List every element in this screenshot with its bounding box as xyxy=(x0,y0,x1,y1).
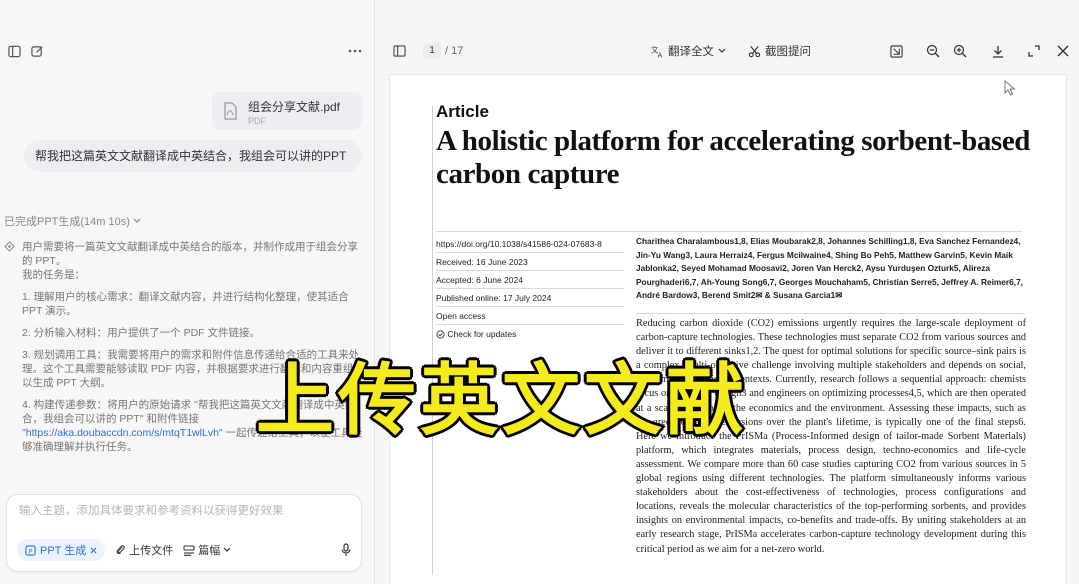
divider xyxy=(436,231,1022,232)
svg-text:P: P xyxy=(29,547,33,555)
zoom-out-icon xyxy=(926,44,940,58)
pdf-file-icon xyxy=(222,102,238,120)
composer-tools: P PPT 生成 上传文件 篇幅 xyxy=(17,539,351,561)
page-number-input[interactable]: 1 xyxy=(423,43,441,59)
prompt-input[interactable] xyxy=(19,505,339,517)
upload-file-label: 上传文件 xyxy=(129,545,174,557)
thinking-toggle[interactable]: 已完成PPT生成(14m 10s) xyxy=(4,213,141,229)
article-title: A holistic platform for accelerating sor… xyxy=(436,125,1031,190)
microphone-icon[interactable] xyxy=(341,543,351,557)
download-icon xyxy=(992,45,1004,58)
pdf-page: Article A holistic platform for accelera… xyxy=(389,74,1067,584)
viewer-toolbar: 1 / 17 文A 翻译全文 截图提问 xyxy=(375,36,1079,66)
attachment-link[interactable]: "https://aka.doubaccdn.com/s/mtqT1wlLvh" xyxy=(22,427,223,439)
user-message: 帮我把这篇英文文献翻译成中英结合，我组会可以讲的PPT xyxy=(24,140,362,172)
page-total: / 17 xyxy=(445,45,464,57)
chevron-down-icon xyxy=(223,547,231,553)
thinking-status: 已完成PPT生成(14m 10s) xyxy=(4,216,130,228)
chat-toolbar xyxy=(8,40,362,62)
open-access-label: Open access xyxy=(436,307,624,325)
translate-label: 翻译全文 xyxy=(668,46,714,58)
divider xyxy=(636,313,1024,314)
ppt-icon: P xyxy=(25,544,36,556)
overlay-caption: 上传英文文献 xyxy=(254,354,749,448)
scissors-icon xyxy=(748,45,761,58)
check-updates-label: Check for updates xyxy=(447,329,517,339)
article-metadata: https://doi.org/10.1038/s41586-024-07683… xyxy=(436,235,624,343)
received-date: Received: 16 June 2023 xyxy=(436,253,624,271)
reasoning-icon xyxy=(4,241,15,252)
mouse-cursor-icon xyxy=(1004,79,1016,101)
ppt-chip-label: PPT 生成 xyxy=(40,545,87,557)
divider xyxy=(432,105,433,575)
screenshot-ask-label: 截图提问 xyxy=(765,46,811,58)
translate-icon: 文A xyxy=(651,45,664,58)
svg-text:A: A xyxy=(658,51,663,57)
zoom-in-icon xyxy=(953,44,967,58)
upload-file-button[interactable]: 上传文件 xyxy=(115,542,173,558)
new-chat-icon[interactable] xyxy=(31,45,44,58)
article-authors: Charithea Charalambous1,8, Elias Moubara… xyxy=(636,236,1023,300)
zoom-in-button[interactable] xyxy=(953,36,967,66)
sidebar-panel-icon xyxy=(393,45,406,57)
document-length-icon xyxy=(183,544,195,556)
list-item: 2. 分析输入材料：用户提供了一个 PDF 文件链接。 xyxy=(22,327,261,339)
ppt-generate-chip[interactable]: P PPT 生成 xyxy=(17,539,106,561)
thinking-intro: 用户需要将一篇英文文献翻译成中英结合的版本，并制作成用于组会分享的 PPT。 xyxy=(22,241,358,267)
screenshot-ask-button[interactable]: 截图提问 xyxy=(748,36,811,66)
thinking-tasks-label: 我的任务是： xyxy=(22,269,85,281)
sidebar-toggle-icon[interactable] xyxy=(8,45,21,58)
accepted-date: Accepted: 6 June 2024 xyxy=(436,271,624,289)
check-updates-icon xyxy=(436,330,445,339)
download-button[interactable] xyxy=(992,36,1004,66)
composer: P PPT 生成 上传文件 篇幅 xyxy=(6,494,362,572)
attachment-type: PDF xyxy=(248,116,266,126)
outline-toggle[interactable] xyxy=(393,36,406,66)
chevron-down-icon xyxy=(133,218,141,224)
chevron-down-icon xyxy=(718,48,726,54)
chat-panel: 组会分享文献.pdf PDF 帮我把这篇英文文献翻译成中英结合，我组会可以讲的P… xyxy=(0,0,375,584)
close-icon[interactable] xyxy=(90,547,97,554)
attachment-card[interactable]: 组会分享文献.pdf PDF xyxy=(212,92,362,130)
length-dropdown[interactable]: 篇幅 xyxy=(183,542,231,558)
attachment-name: 组会分享文献.pdf xyxy=(248,100,341,114)
article-label: Article xyxy=(436,102,489,121)
close-viewer-button[interactable] xyxy=(1057,36,1069,66)
list-item: 1. 理解用户的核心需求：翻译文献内容，并进行结构化整理，使其适合 PPT 演示… xyxy=(22,291,349,317)
expand-icon xyxy=(1028,45,1040,57)
more-options-icon[interactable] xyxy=(348,49,362,53)
close-icon xyxy=(1057,45,1069,57)
fit-page-button[interactable] xyxy=(890,36,903,66)
page-indicator: 1 / 17 xyxy=(423,36,463,66)
translate-button[interactable]: 文A 翻译全文 xyxy=(651,36,726,66)
fit-page-icon xyxy=(890,44,903,58)
check-updates-link[interactable]: Check for updates xyxy=(436,325,624,343)
fullscreen-button[interactable] xyxy=(1028,36,1040,66)
pdf-viewer: 1 / 17 文A 翻译全文 截图提问 Article A holistic p… xyxy=(375,0,1079,584)
zoom-out-button[interactable] xyxy=(926,36,940,66)
published-date: Published online: 17 July 2024 xyxy=(436,289,624,307)
paperclip-icon xyxy=(115,544,126,556)
length-label: 篇幅 xyxy=(198,545,221,557)
doi-link[interactable]: https://doi.org/10.1038/s41586-024-07683… xyxy=(436,235,624,253)
